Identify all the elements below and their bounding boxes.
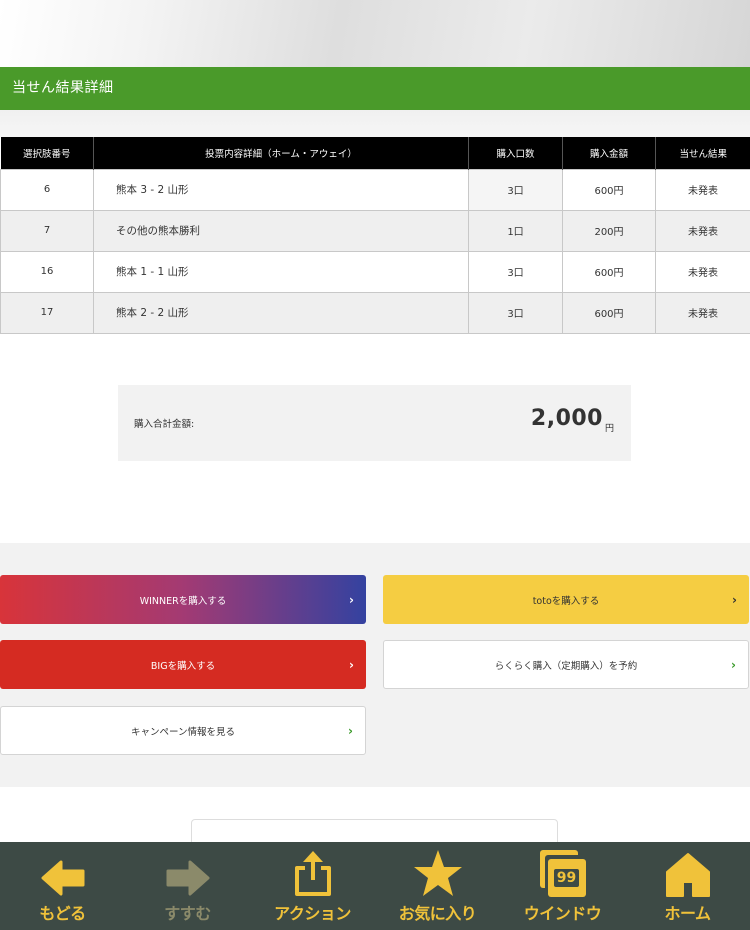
star-icon [413, 850, 462, 896]
cell-purchase-amount: 600円 [562, 291, 656, 334]
window-count: 99 [553, 869, 580, 887]
toolbar-favorite-button[interactable]: お気に入り [375, 842, 500, 930]
cell-purchase-count: 1口 [468, 209, 563, 252]
header-purchase-count: 購入口数 [468, 137, 563, 169]
header-choice-number: 選択肢番号 [0, 137, 94, 169]
cell-purchase-count: 3口 [468, 250, 563, 293]
browser-toolbar: もどる すすむ アクション お気に入り 99 ウインドウ ホーム [0, 842, 750, 930]
page: 当せん結果詳細 選択肢番号 投票内容詳細（ホーム・アウェイ） 購入口数 購入金額… [0, 0, 750, 930]
toolbar-home-button[interactable]: ホーム [625, 842, 750, 930]
table-row: 16 熊本 1 - 1 山形 3口 600円 未発表 [0, 250, 750, 293]
campaign-info-label: キャンペーン情報を見る [130, 726, 236, 738]
table-row: 7 その他の熊本勝利 1口 200円 未発表 [0, 209, 750, 252]
cell-winning-result: 未発表 [655, 209, 750, 252]
cell-purchase-amount: 600円 [562, 168, 656, 211]
chevron-right-icon: › [349, 592, 354, 607]
header-winning-result: 当せん結果 [655, 137, 750, 169]
toolbar-home-label: ホーム [664, 904, 711, 923]
banner-spacer [0, 110, 750, 137]
buy-big-label: BIGを購入する [150, 660, 216, 672]
total-unit: 円 [604, 424, 614, 434]
arrow-left-icon [41, 860, 84, 896]
cell-winning-result: 未発表 [655, 250, 750, 293]
cell-choice-number: 6 [0, 168, 94, 211]
arrow-right-icon [166, 860, 209, 896]
buy-toto-label: totoを購入する [532, 595, 600, 607]
window-stack-icon: 99 [539, 850, 586, 898]
cell-vote-detail: その他の熊本勝利 [93, 209, 469, 252]
toolbar-favorite-label: お気に入り [398, 904, 477, 923]
toolbar-back-button[interactable]: もどる [0, 842, 125, 930]
buy-big-button[interactable]: BIGを購入する › [0, 640, 366, 689]
buy-winner-label: WINNERを購入する [139, 595, 227, 607]
table-row: 6 熊本 3 - 2 山形 3口 600円 未発表 [0, 168, 750, 211]
total-amount-box: 購入合計金額: 2,000 円 [118, 385, 631, 461]
toolbar-window-label: ウインドウ [523, 904, 602, 923]
toolbar-forward-button[interactable]: すすむ [125, 842, 250, 930]
result-table: 選択肢番号 投票内容詳細（ホーム・アウェイ） 購入口数 購入金額 当せん結果 6… [0, 137, 750, 334]
cell-choice-number: 17 [0, 291, 94, 334]
cell-choice-number: 16 [0, 250, 94, 293]
table-header-row: 選択肢番号 投票内容詳細（ホーム・アウェイ） 購入口数 購入金額 当せん結果 [0, 137, 750, 169]
cell-choice-number: 7 [0, 209, 94, 252]
toolbar-window-button[interactable]: 99 ウインドウ [500, 842, 625, 930]
cell-vote-detail: 熊本 3 - 2 山形 [93, 168, 469, 211]
cell-winning-result: 未発表 [655, 168, 750, 211]
cell-purchase-count: 3口 [468, 168, 563, 211]
rakuraku-reserve-button[interactable]: らくらく購入（定期購入）を予約 › [383, 640, 749, 689]
chevron-right-icon: › [349, 657, 354, 672]
table-row: 17 熊本 2 - 2 山形 3口 600円 未発表 [0, 291, 750, 334]
buy-winner-button[interactable]: WINNERを購入する › [0, 575, 366, 624]
chevron-right-icon: › [348, 723, 353, 738]
toolbar-action-label: アクション [274, 904, 351, 923]
total-amount: 2,000 [530, 406, 603, 431]
toolbar-action-button[interactable]: アクション [250, 842, 375, 930]
header-purchase-amount: 購入金額 [562, 137, 656, 169]
buy-toto-button[interactable]: totoを購入する › [383, 575, 749, 624]
share-icon [294, 851, 331, 896]
cell-purchase-amount: 600円 [562, 250, 656, 293]
cell-purchase-amount: 200円 [562, 209, 656, 252]
rakuraku-reserve-label: らくらく購入（定期購入）を予約 [494, 660, 638, 672]
toolbar-forward-label: すすむ [164, 904, 211, 923]
toolbar-back-label: もどる [39, 904, 86, 923]
cell-vote-detail: 熊本 2 - 2 山形 [93, 291, 469, 334]
chevron-right-icon: › [732, 592, 737, 607]
section-title: 当せん結果詳細 [0, 67, 750, 110]
cell-purchase-count: 3口 [468, 291, 563, 334]
cell-winning-result: 未発表 [655, 291, 750, 334]
top-gradient-header [0, 0, 750, 67]
cell-vote-detail: 熊本 1 - 1 山形 [93, 250, 469, 293]
total-label: 購入合計金額: [134, 419, 195, 430]
header-vote-detail: 投票内容詳細（ホーム・アウェイ） [93, 137, 469, 169]
campaign-info-button[interactable]: キャンペーン情報を見る › [0, 706, 366, 755]
chevron-right-icon: › [731, 657, 736, 672]
home-icon [665, 853, 710, 897]
